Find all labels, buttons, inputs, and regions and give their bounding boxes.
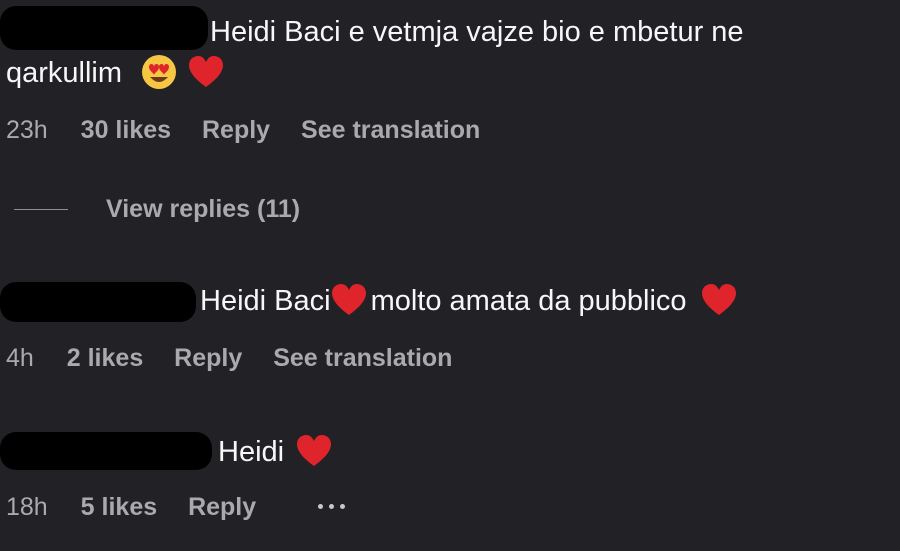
divider <box>14 208 68 210</box>
likes-button[interactable]: 2 likes <box>67 344 143 372</box>
comment-text-part1: Heidi Baci <box>200 285 331 317</box>
see-translation-button[interactable]: See translation <box>273 344 452 372</box>
redacted-username <box>0 432 212 470</box>
comment-text-part2: molto amata da pubblico <box>370 285 687 317</box>
reply-button[interactable]: Reply <box>202 116 270 144</box>
red-heart-icon <box>331 284 366 316</box>
view-replies-label: View replies (11) <box>106 194 301 223</box>
red-heart-icon <box>189 56 224 88</box>
comment-meta: 18h 5 likes Reply <box>6 492 280 522</box>
comment-meta: 4h 2 likes Reply See translation <box>6 343 476 373</box>
likes-button[interactable]: 30 likes <box>81 116 171 144</box>
dot <box>318 503 323 509</box>
comment-text-line2: qarkullim <box>6 55 224 93</box>
likes-button[interactable]: 5 likes <box>81 493 157 521</box>
comment-text: Heidi <box>218 436 285 468</box>
view-replies-button[interactable]: View replies (11) <box>14 194 300 224</box>
reply-button[interactable]: Reply <box>188 493 256 521</box>
comment-timestamp: 23h <box>6 116 48 144</box>
comment-text-line: Heidi Baci molto amata da pubblico <box>200 283 737 319</box>
comment-timestamp: 4h <box>6 344 34 372</box>
more-options-icon[interactable] <box>318 496 358 516</box>
comment-text: qarkullim <box>6 57 123 89</box>
see-translation-button[interactable]: See translation <box>301 116 480 144</box>
comment-meta: 23h 30 likes Reply See translation <box>6 115 504 145</box>
redacted-username <box>0 6 208 50</box>
comment-timestamp: 18h <box>6 493 48 521</box>
reply-button[interactable]: Reply <box>174 344 242 372</box>
dot <box>340 503 345 509</box>
heart-eyes-emoji-icon <box>142 55 177 90</box>
redacted-username <box>0 282 196 322</box>
red-heart-icon <box>297 435 332 467</box>
comment-text-line: Heidi <box>218 434 332 470</box>
red-heart-icon <box>701 284 736 316</box>
dot <box>329 503 334 509</box>
comment-text-line1: Heidi Baci e vetmja vajze bio e mbetur n… <box>210 16 744 48</box>
